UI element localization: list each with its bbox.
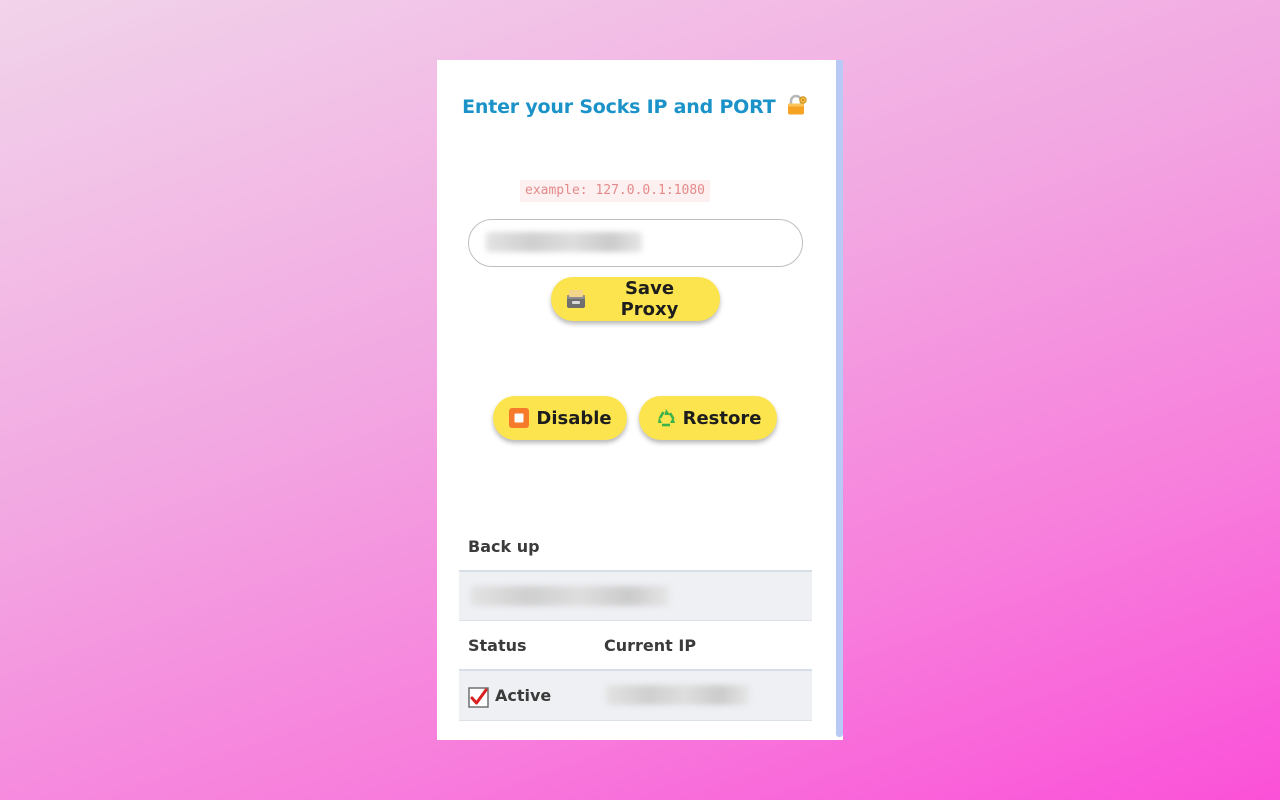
restore-label: Restore [682,407,762,429]
save-proxy-label: Save Proxy [620,278,679,320]
title-text: Enter your Socks IP and PORT [462,96,776,118]
page-title: Enter your Socks IP and PORT [437,94,833,118]
disable-label: Disable [536,407,612,429]
current-ip-redacted-value [606,685,749,705]
stop-button-icon [509,408,530,428]
status-column-header: Status [468,636,527,655]
lock-key-icon [787,94,807,115]
backup-redacted-value [470,586,669,606]
example-hint: example: 127.0.0.1:1080 [520,180,711,202]
disable-button[interactable]: Disable [493,396,627,440]
card-file-box-icon [567,290,585,308]
proxy-input-redacted-value [486,232,642,252]
proxy-popup: Enter your Socks IP and PORT example: 12… [437,60,843,740]
current-ip-column-header: Current IP [604,636,697,655]
check-mark-icon [468,687,489,708]
recycle-icon [657,409,675,427]
restore-button[interactable]: Restore [639,396,777,440]
save-proxy-button[interactable]: Save Proxy [551,277,720,321]
status-value: Active [495,686,552,705]
backup-heading: Back up [468,537,540,556]
scrollbar[interactable] [836,60,843,737]
